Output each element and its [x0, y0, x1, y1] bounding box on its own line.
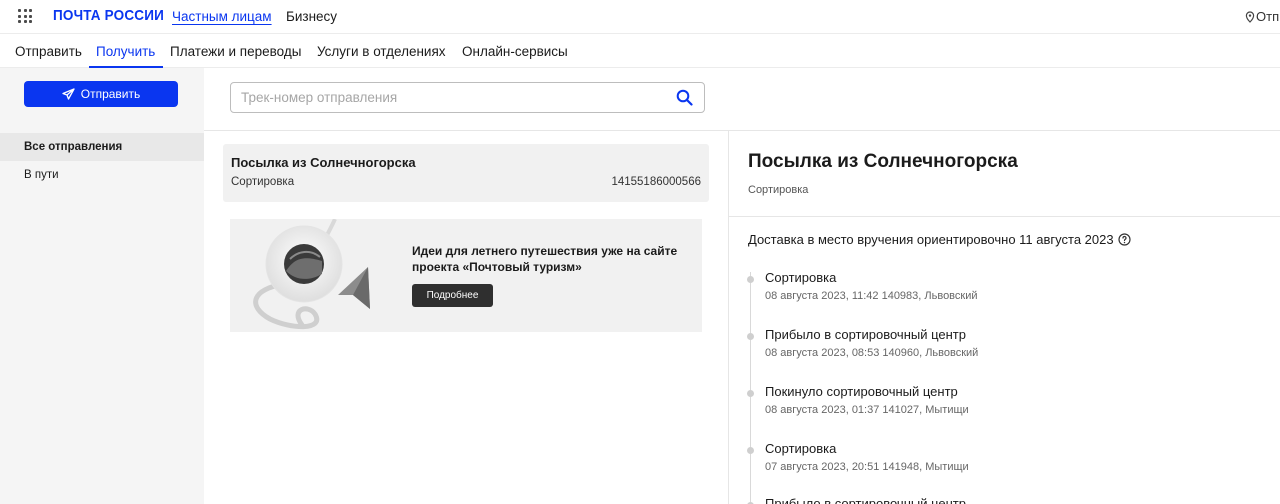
event-name: Покинуло сортировочный центр [765, 384, 958, 399]
nav-receive[interactable]: Получить [96, 44, 155, 59]
detail-status: Сортировка [748, 184, 809, 196]
panel-divider [728, 131, 729, 504]
main-nav: Отправить Получить Платежи и переводы Ус… [0, 34, 1280, 68]
event-meta: 08 августа 2023, 08:53 140960, Львовский [765, 347, 979, 359]
event-meta: 07 августа 2023, 20:51 141948, Мытищи [765, 461, 969, 473]
apps-grid-icon[interactable] [18, 9, 32, 23]
delivery-eta: Доставка в место вручения ориентировочно… [748, 232, 1131, 247]
timeline-dot [747, 333, 754, 340]
top-bar: ПОЧТА РОССИИ Частным лицам Бизнесу Отп [0, 0, 1280, 34]
travel-illustration [253, 219, 370, 330]
send-button[interactable]: Отправить [24, 81, 178, 107]
location-label: Отп [1256, 9, 1280, 24]
sidebar-item-all-shipments[interactable]: Все отправления [0, 133, 204, 161]
timeline-dot [747, 447, 754, 454]
nav-send[interactable]: Отправить [15, 44, 82, 59]
sidebar: Отправить Все отправления В пути [0, 68, 204, 504]
promo-banner: Идеи для летнего путешествия уже на сайт… [230, 219, 702, 332]
event-meta: 08 августа 2023, 01:37 141027, Мытищи [765, 404, 969, 416]
parcel-card[interactable]: Посылка из Солнечногорска Сортировка 141… [223, 144, 709, 202]
tracking-number-input[interactable] [241, 83, 661, 112]
promo-more-button[interactable]: Подробнее [412, 284, 493, 307]
help-icon[interactable] [1117, 233, 1131, 246]
event-name: Сортировка [765, 441, 837, 456]
audience-business-link[interactable]: Бизнесу [286, 9, 337, 24]
detail-title: Посылка из Солнечногорска [748, 151, 1018, 172]
parcel-status: Сортировка [231, 176, 295, 188]
event-name: Прибыло в сортировочный центр [765, 496, 966, 504]
tracking-search [230, 82, 705, 113]
send-button-label: Отправить [80, 87, 141, 101]
location-pin-icon [1245, 11, 1255, 23]
detail-divider [729, 216, 1280, 217]
search-icon[interactable] [676, 89, 693, 106]
location-selector[interactable]: Отп [1245, 9, 1279, 24]
delivery-eta-text: Доставка в место вручения ориентировочно… [748, 232, 1114, 247]
nav-office-services[interactable]: Услуги в отделениях [317, 44, 446, 59]
timeline-dot [747, 276, 754, 283]
event-meta: 08 августа 2023, 11:42 140983, Львовский [765, 290, 978, 302]
parcel-track-number: 14155186000566 [611, 176, 701, 188]
timeline-line [750, 272, 751, 504]
logo[interactable]: ПОЧТА РОССИИ [53, 7, 164, 24]
event-name: Прибыло в сортировочный центр [765, 327, 966, 342]
audience-private-link[interactable]: Частным лицам [172, 9, 272, 24]
promo-text: Идеи для летнего путешествия уже на сайт… [412, 244, 678, 274]
paper-plane-icon [62, 88, 75, 100]
nav-online-services[interactable]: Онлайн-сервисы [462, 44, 568, 59]
nav-payments[interactable]: Платежи и переводы [170, 44, 301, 59]
timeline-dot [747, 390, 754, 397]
sidebar-item-in-transit[interactable]: В пути [0, 161, 204, 189]
parcel-title: Посылка из Солнечногорска [231, 155, 416, 170]
event-name: Сортировка [765, 270, 837, 285]
content-divider [204, 130, 1280, 131]
